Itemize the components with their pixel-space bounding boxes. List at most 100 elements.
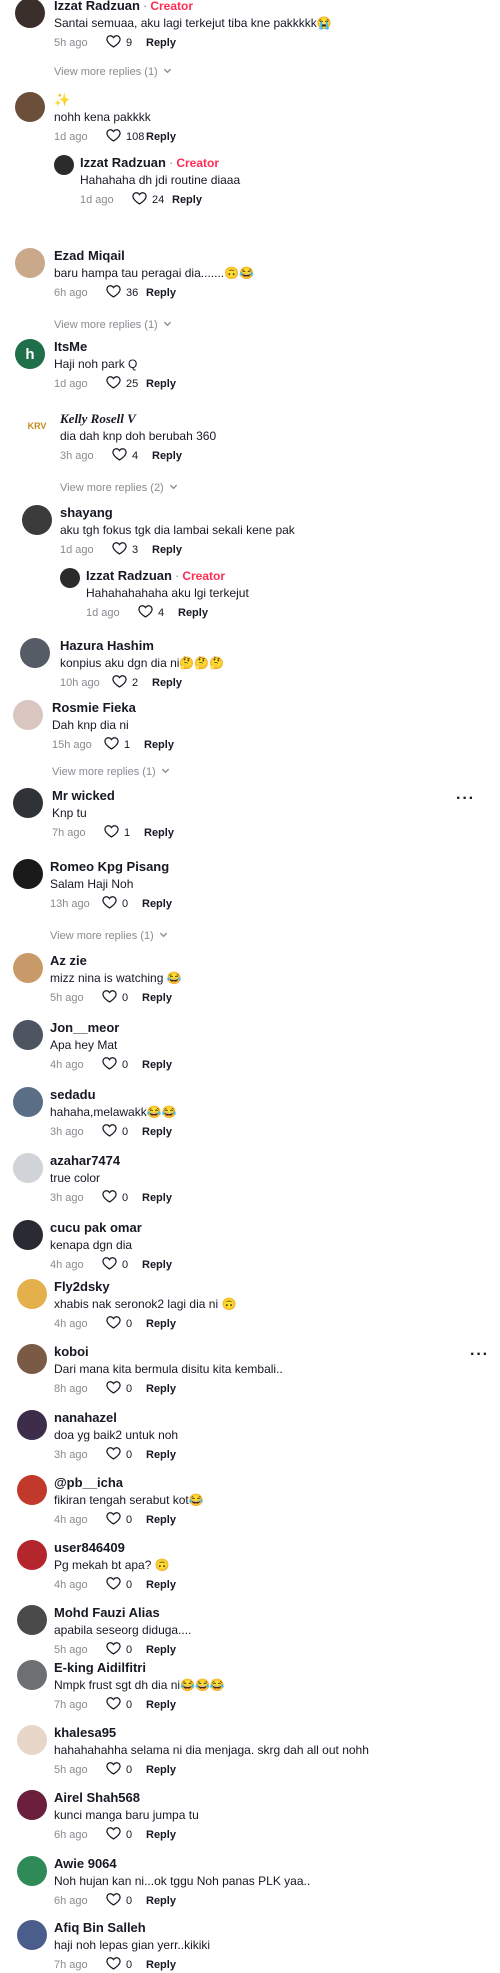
like-button[interactable]: 0 xyxy=(106,1315,146,1332)
avatar[interactable]: h xyxy=(15,339,45,369)
like-button[interactable]: 0 xyxy=(106,1641,146,1658)
reply-button[interactable]: Reply xyxy=(146,1699,176,1711)
reply-button[interactable]: Reply xyxy=(152,677,182,689)
view-more-replies[interactable]: View more replies (1) xyxy=(50,930,168,942)
avatar[interactable] xyxy=(13,953,43,983)
reply-button[interactable]: Reply xyxy=(146,1318,176,1330)
view-more-replies[interactable]: View more replies (1) xyxy=(54,319,172,331)
avatar[interactable] xyxy=(13,859,43,889)
like-button[interactable]: 0 xyxy=(102,989,142,1006)
avatar[interactable] xyxy=(17,1475,47,1505)
username[interactable]: Kelly Rosell V xyxy=(60,411,136,427)
like-button[interactable]: 0 xyxy=(102,895,142,912)
username[interactable]: cucu pak omar xyxy=(50,1220,142,1235)
reply-button[interactable]: Reply xyxy=(142,898,172,910)
reply-button[interactable]: Reply xyxy=(146,1514,176,1526)
reply-button[interactable]: Reply xyxy=(172,194,202,206)
username[interactable]: user846409 xyxy=(54,1540,125,1555)
reply-button[interactable]: Reply xyxy=(152,450,182,462)
avatar[interactable] xyxy=(17,1660,47,1690)
username[interactable]: Izzat Radzuan · Creator xyxy=(80,155,219,170)
like-button[interactable]: 1 xyxy=(104,824,144,841)
like-button[interactable]: 4 xyxy=(112,447,152,464)
view-more-replies[interactable]: View more replies (1) xyxy=(52,766,170,778)
avatar[interactable] xyxy=(15,92,45,122)
username[interactable]: sedadu xyxy=(50,1087,96,1102)
username[interactable]: Izzat Radzuan · Creator xyxy=(86,568,225,583)
username[interactable]: shayang xyxy=(60,505,113,520)
username[interactable]: koboi xyxy=(54,1344,89,1359)
username[interactable]: ItsMe xyxy=(54,339,87,354)
reply-button[interactable]: Reply xyxy=(146,287,176,299)
reply-button[interactable]: Reply xyxy=(146,1764,176,1776)
username[interactable]: E-king Aidilfitri xyxy=(54,1660,146,1675)
avatar[interactable] xyxy=(54,155,74,175)
avatar[interactable] xyxy=(15,0,45,28)
view-more-replies[interactable]: View more replies (1) xyxy=(54,66,172,78)
like-button[interactable]: 0 xyxy=(106,1511,146,1528)
like-button[interactable]: 0 xyxy=(102,1056,142,1073)
avatar[interactable]: KRV xyxy=(22,411,52,441)
reply-button[interactable]: Reply xyxy=(146,378,176,390)
like-button[interactable]: 9 xyxy=(106,34,146,51)
like-button[interactable]: 0 xyxy=(106,1826,146,1843)
username[interactable]: Hazura Hashim xyxy=(60,638,154,653)
username[interactable]: Airel Shah568 xyxy=(54,1790,140,1805)
avatar[interactable] xyxy=(17,1344,47,1374)
avatar[interactable] xyxy=(17,1410,47,1440)
username[interactable]: azahar7474 xyxy=(50,1153,120,1168)
like-button[interactable]: 3 xyxy=(112,541,152,558)
avatar[interactable] xyxy=(17,1725,47,1755)
username[interactable]: Afiq Bin Salleh xyxy=(54,1920,146,1935)
like-button[interactable]: 0 xyxy=(106,1956,146,1973)
avatar[interactable] xyxy=(17,1790,47,1820)
like-button[interactable]: 0 xyxy=(106,1576,146,1593)
reply-button[interactable]: Reply xyxy=(146,37,176,49)
reply-button[interactable]: Reply xyxy=(146,1829,176,1841)
like-button[interactable]: 108 xyxy=(106,128,146,145)
like-button[interactable]: 0 xyxy=(102,1123,142,1140)
username[interactable]: Az zie xyxy=(50,953,87,968)
username[interactable]: Fly2dsky xyxy=(54,1279,110,1294)
avatar[interactable] xyxy=(13,788,43,818)
like-button[interactable]: 24 xyxy=(132,191,172,208)
username[interactable]: Mr wicked xyxy=(52,788,115,803)
reply-button[interactable]: Reply xyxy=(142,1192,172,1204)
like-button[interactable]: 0 xyxy=(102,1189,142,1206)
reply-button[interactable]: Reply xyxy=(146,1449,176,1461)
username[interactable]: khalesa95 xyxy=(54,1725,116,1740)
like-button[interactable]: 0 xyxy=(106,1380,146,1397)
like-button[interactable]: 0 xyxy=(106,1696,146,1713)
avatar[interactable] xyxy=(13,1087,43,1117)
username[interactable]: Awie 9064 xyxy=(54,1856,117,1871)
view-more-replies[interactable]: View more replies (2) xyxy=(60,482,178,494)
reply-button[interactable]: Reply xyxy=(144,739,174,751)
reply-button[interactable]: Reply xyxy=(146,131,176,143)
reply-button[interactable]: Reply xyxy=(146,1579,176,1591)
like-button[interactable]: 0 xyxy=(106,1761,146,1778)
like-button[interactable]: 1 xyxy=(104,736,144,753)
reply-button[interactable]: Reply xyxy=(146,1644,176,1656)
avatar[interactable] xyxy=(13,700,43,730)
reply-button[interactable]: Reply xyxy=(144,827,174,839)
avatar[interactable] xyxy=(17,1605,47,1635)
username[interactable]: nanahazel xyxy=(54,1410,117,1425)
avatar[interactable] xyxy=(13,1153,43,1183)
reply-button[interactable]: Reply xyxy=(146,1959,176,1971)
like-button[interactable]: 4 xyxy=(138,604,178,621)
avatar[interactable] xyxy=(20,638,50,668)
reply-button[interactable]: Reply xyxy=(146,1895,176,1907)
avatar[interactable] xyxy=(17,1540,47,1570)
reply-button[interactable]: Reply xyxy=(142,1259,172,1271)
avatar[interactable] xyxy=(15,248,45,278)
reply-button[interactable]: Reply xyxy=(146,1383,176,1395)
reply-button[interactable]: Reply xyxy=(178,607,208,619)
like-button[interactable]: 0 xyxy=(106,1446,146,1463)
reply-button[interactable]: Reply xyxy=(142,1126,172,1138)
username[interactable]: Jon__meor xyxy=(50,1020,119,1035)
username[interactable]: ✨ xyxy=(54,92,70,108)
reply-button[interactable]: Reply xyxy=(152,544,182,556)
avatar[interactable] xyxy=(22,505,52,535)
username[interactable]: Izzat Radzuan · Creator xyxy=(54,0,193,13)
username[interactable]: Rosmie Fieka xyxy=(52,700,136,715)
